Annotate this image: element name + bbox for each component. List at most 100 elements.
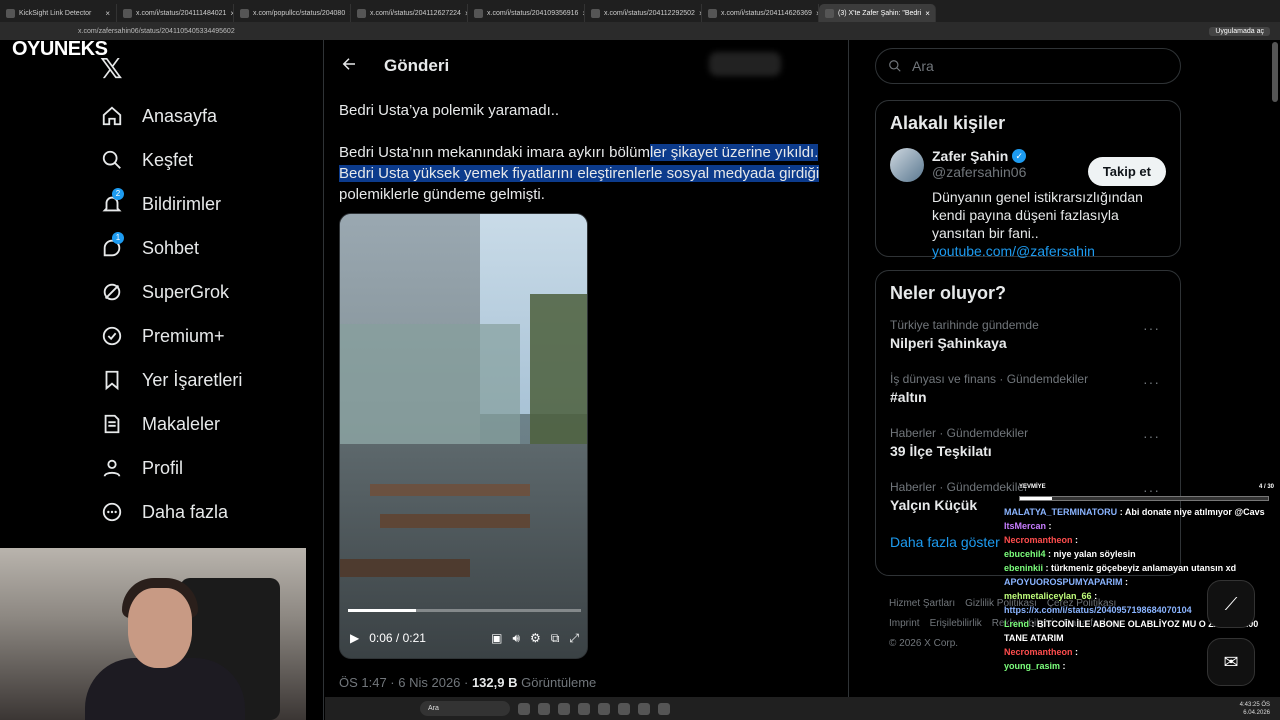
taskbar-search[interactable]: Ara — [420, 701, 510, 716]
profile-icon — [100, 456, 124, 480]
taskbar-app-icon[interactable] — [598, 702, 610, 715]
chat-username: APOYUOROSPUMYAPARIM — [1004, 577, 1123, 587]
sidebar-item-chat[interactable]: 1 Sohbet — [100, 226, 330, 270]
footer-link[interactable]: © 2026 X Corp. — [889, 638, 958, 649]
chat-text: : — [1062, 661, 1066, 671]
more-options-icon[interactable]: ··· — [1143, 320, 1160, 336]
sidebar-item-label: Anasayfa — [142, 105, 218, 126]
video-progress-bar[interactable] — [348, 609, 581, 612]
close-icon[interactable]: × — [105, 9, 110, 18]
more-options-icon[interactable]: ··· — [1143, 428, 1160, 444]
chat-header: YEVMİYE — [1019, 484, 1046, 490]
back-arrow-icon[interactable] — [340, 55, 358, 78]
chat-text: : — [1048, 521, 1052, 531]
chat-message: Necromantheon : — [1004, 533, 1274, 547]
trend-item[interactable]: Haberler · Gündemdekiler 39 İlçe Teşkilat… — [890, 426, 1166, 480]
related-title: Alakalı kişiler — [890, 113, 1006, 133]
taskbar-app-icon[interactable] — [558, 702, 570, 715]
grok-fab-icon[interactable]: ⟋ — [1207, 580, 1255, 628]
sidebar-item-premium[interactable]: Premium+ — [100, 314, 330, 358]
sidebar-item-label: Bildirimler — [142, 193, 222, 214]
streamer-watermark: OYUNEKS — [12, 38, 108, 60]
articles-icon — [100, 412, 124, 436]
scrollbar[interactable] — [1272, 42, 1278, 102]
taskbar-app-icon[interactable] — [658, 702, 670, 715]
open-in-app-button[interactable]: Uygulamada aç — [1209, 26, 1270, 36]
sidebar-item-profile[interactable]: Profil — [100, 446, 330, 490]
follow-button[interactable]: Takip et — [1087, 157, 1166, 186]
notification-badge: 2 — [112, 188, 124, 200]
sidebar-item-more[interactable]: Daha fazla — [100, 490, 330, 534]
trend-meta: Haberler · Gündemdekiler — [890, 426, 1029, 440]
footer-link[interactable]: Hizmet Şartları — [889, 598, 955, 609]
browser-tab[interactable]: x.com/i/status/204109356916× — [468, 4, 585, 22]
pip-icon[interactable]: ⧉ — [551, 631, 560, 646]
x-logo-icon[interactable]: 𝕏 — [100, 52, 123, 85]
sidebar-item-label: Daha fazla — [142, 501, 229, 522]
home-icon — [100, 104, 124, 128]
favicon-icon — [825, 8, 834, 18]
sidebar-item-bell[interactable]: 2 Bildirimler — [100, 182, 330, 226]
trend-name: #altın — [890, 389, 927, 405]
sidebar-item-label: SuperGrok — [142, 281, 230, 302]
taskbar-clock: 4:43:25 ÖS 6.04.2026 — [1239, 701, 1270, 716]
chat-text: : — [1075, 535, 1079, 545]
settings-icon[interactable]: ⚙ — [530, 631, 541, 645]
browser-tab[interactable]: x.com/popullcc/status/204080× — [234, 4, 351, 22]
address-bar[interactable]: x.com/zafersahin06/status/20411054053344… — [0, 22, 1280, 40]
browser-tab[interactable]: x.com/i/status/204112627224× — [351, 4, 468, 22]
blurred-header-element — [709, 52, 781, 76]
more-options-icon[interactable]: ··· — [1143, 374, 1160, 390]
trend-name: 39 İlçe Teşkilatı — [890, 443, 992, 459]
trend-item[interactable]: Türkiye tarihinde gündemde Nilperi Şahink… — [890, 318, 1166, 372]
taskbar-app-icon[interactable] — [538, 702, 550, 715]
chat-username: MALATYA_TERMINATORU — [1004, 507, 1118, 517]
captions-icon[interactable]: ▣ — [491, 631, 502, 645]
browser-tab[interactable]: (3) X'te Zafer Şahin: "Bedri × — [819, 4, 936, 22]
play-icon[interactable]: ▶ — [350, 631, 359, 645]
footer-link[interactable]: Imprint — [889, 618, 920, 629]
volume-icon[interactable]: 🔊︎ — [512, 631, 520, 646]
sidebar-item-label: Premium+ — [142, 325, 225, 346]
person-name[interactable]: Zafer Şahin — [932, 148, 1008, 164]
taskbar: Ara 4:43:25 ÖS 6.04.2026 — [325, 697, 1280, 720]
post-text: Bedri Usta’ya polemik yaramadı.. Bedri U… — [339, 100, 839, 226]
browser-tab[interactable]: KickSight Link Detector × — [0, 4, 117, 22]
sidebar-item-grok[interactable]: SuperGrok — [100, 270, 330, 314]
url-field[interactable]: x.com/zafersahin06/status/20411054053344… — [78, 28, 1209, 35]
taskbar-app-icon[interactable] — [518, 702, 530, 715]
person-bio: Dünyanın genel istikrarsızlığından kendi… — [932, 189, 1143, 259]
search-input[interactable]: Ara — [875, 48, 1181, 84]
footer-link[interactable]: Erişilebilirlik — [930, 618, 982, 629]
webcam-overlay — [0, 548, 306, 720]
fullscreen-icon[interactable]: ⤢ — [569, 631, 579, 646]
chat-username: young_rasim — [1004, 661, 1061, 671]
sidebar-item-bookmark[interactable]: Yer İşaretleri — [100, 358, 330, 402]
sidebar-item-home[interactable]: Anasayfa — [100, 94, 330, 138]
avatar[interactable] — [890, 148, 924, 182]
browser-tab[interactable]: x.com/i/status/204114626369× — [702, 4, 819, 22]
sidebar-item-articles[interactable]: Makaleler — [100, 402, 330, 446]
browser-tab[interactable]: x.com/i/status/204112292502× — [585, 4, 702, 22]
chat-text: : türkmeniz göçebeyiz anlamayan utansın … — [1045, 563, 1237, 573]
grok-icon — [100, 280, 124, 304]
view-count: 132,9 B — [471, 675, 518, 690]
bio-link[interactable]: youtube.com/@zafersahin — [932, 243, 1095, 259]
taskbar-app-icon[interactable] — [578, 702, 590, 715]
bell-icon: 2 — [100, 188, 124, 216]
post-line-1: Bedri Usta’ya polemik yaramadı.. — [339, 102, 560, 119]
browser-tab[interactable]: x.com/i/status/204111484021× — [117, 4, 234, 22]
taskbar-app-icon[interactable] — [618, 702, 630, 715]
favicon-icon — [123, 8, 132, 18]
chat-username: Necromantheon — [1004, 647, 1073, 657]
video-controls: ▶ 0:06 / 0:21 ▣ 🔊︎ ⚙ ⧉ ⤢ — [340, 624, 587, 652]
taskbar-app-icon[interactable] — [638, 702, 650, 715]
search-placeholder: Ara — [912, 58, 934, 74]
sidebar-item-search[interactable]: Keşfet — [100, 138, 330, 182]
page-title: Gönderi — [384, 56, 450, 75]
close-icon[interactable]: × — [925, 9, 930, 18]
favicon-icon — [6, 8, 15, 18]
post-video[interactable]: ▶ 0:06 / 0:21 ▣ 🔊︎ ⚙ ⧉ ⤢ — [339, 213, 588, 659]
trend-item[interactable]: İş dünyası ve finans · Gündemdekiler #alt… — [890, 372, 1166, 426]
messages-fab-icon[interactable]: ✉ — [1207, 638, 1255, 686]
